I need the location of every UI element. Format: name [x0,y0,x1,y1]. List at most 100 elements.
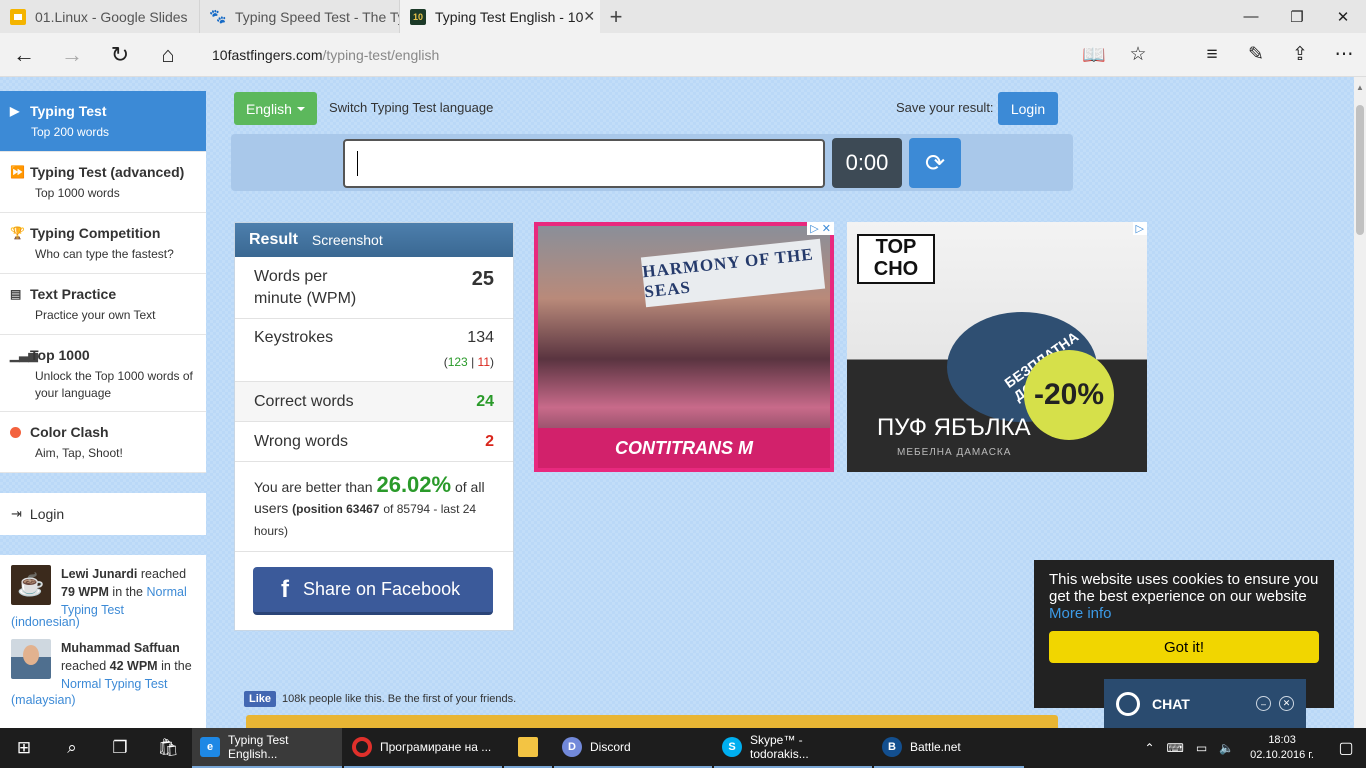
taskbar-app-edge[interactable]: e Typing Test English... [192,728,342,768]
folder-icon [518,737,538,757]
taskbar-app-discord[interactable]: D Discord [554,728,712,768]
tray-expand-icon[interactable]: ⌃ [1144,741,1154,755]
tab-typing-test-english[interactable]: 10 Typing Test English - 10 ✕ [400,0,600,33]
sidebar-item-top-1000[interactable]: ▁▃▅ Top 1000 Unlock the Top 1000 words of… [0,335,206,412]
facebook-like-bar: Like 108k people like this. Be the first… [244,691,516,707]
activity-lang[interactable]: (malaysian) [11,693,196,707]
facebook-like-button[interactable]: Like [244,691,277,707]
refresh-icon[interactable]: ↻ [96,33,144,77]
reading-view-icon[interactable]: 📖 [1072,43,1116,67]
sidebar-item-typing-competition[interactable]: 🏆 Typing Competition Who can type the fas… [0,213,206,274]
chat-minimize-icon[interactable]: – [1256,696,1271,711]
activity-user[interactable]: Muhammad Saffuan [61,641,180,655]
chat-label: CHAT [1152,695,1190,712]
ad-ship-name: HARMONY OF THE SEAS [640,238,826,308]
url-field[interactable]: 10fastfingers.com/typing-test/english [212,47,439,63]
clock[interactable]: 18:03 02.10.2016 г. [1250,733,1314,763]
taskbar-app-explorer[interactable] [504,728,552,768]
web-note-icon[interactable]: ✎ [1234,43,1278,67]
sidebar-item-text-practice[interactable]: ▤ Text Practice Practice your own Text [0,274,206,335]
sidebar-item-typing-test[interactable]: ▶ Typing Test Top 200 words [0,91,206,152]
scroll-up-icon[interactable]: ▲ [1356,83,1364,92]
tab-bar: 01.Linux - Google Slides 🐾 Typing Speed … [0,0,1366,33]
position-value: (position 63467 [292,502,380,516]
ad-image: HARMONY OF THE SEAS CONTITRANS M [538,226,830,468]
language-dropdown[interactable]: English [234,92,317,125]
taskbar-app-opera[interactable]: Програмиране на ... [344,728,502,768]
search-icon[interactable]: ⌕ [48,728,96,768]
activity-user[interactable]: Lewi Junardi [61,567,137,581]
share-facebook-button[interactable]: f Share on Facebook [253,567,493,615]
sidebar-item-label: Typing Test [30,103,107,119]
ad-banner-cruise[interactable]: HARMONY OF THE SEAS CONTITRANS M ▷ ✕ [534,222,834,472]
sidebar-login[interactable]: ⇥ Login [0,493,206,535]
close-tab-icon[interactable]: ✕ [583,8,595,25]
activity-wpm: 42 WPM [109,659,158,673]
sidebar-item-sub: Unlock the Top 1000 words of your langua… [35,369,193,400]
ad-banner-pouf[interactable]: TOP CHO БЕЗПЛАТНА ДОСТАВКА -20% ПУФ ЯБЪЛ… [847,222,1147,472]
language-icon[interactable]: ⌨ [1167,741,1184,755]
hub-icon[interactable]: ≡ [1190,43,1234,67]
cookie-more-info-link[interactable]: More info [1049,605,1112,622]
restart-button[interactable]: ⟳ [909,138,961,188]
tab-title: Typing Speed Test - The Typ [235,8,400,25]
wpm-label-2: minute (WPM) [254,290,357,307]
scroll-thumb[interactable] [1356,105,1364,235]
typing-row: 0:00 ⟳ [231,134,1073,191]
cookie-accept-button[interactable]: Got it! [1049,631,1319,663]
fast-forward-icon: ⏩ [10,165,25,179]
task-view-icon[interactable]: ❐ [96,728,144,768]
share-icon[interactable]: ⇪ [1278,43,1322,67]
percentile-value: 26.02% [376,472,452,497]
chat-widget[interactable]: CHAT – ✕ [1104,679,1306,728]
red-dot-icon [10,426,21,438]
url-host: 10fastfingers.com [212,46,323,63]
screenshot-link[interactable]: Screenshot [312,232,383,248]
favorite-star-icon[interactable]: ☆ [1116,43,1160,67]
page-scrollbar[interactable]: ▲ [1354,77,1366,728]
activity-link[interactable]: Normal Typing Test [61,677,168,691]
taskbar-app-battlenet[interactable]: B Battle.net [874,728,1024,768]
sidebar-item-label: Typing Competition [30,225,161,241]
ad-choices-icon[interactable]: ▷ [1132,222,1147,235]
sidebar-item-typing-test-advanced[interactable]: ⏩ Typing Test (advanced) Top 1000 words [0,152,206,213]
ad-discount-badge: -20% [1024,350,1114,440]
url-path: /typing-test/english [322,46,440,63]
more-icon[interactable]: ⋯ [1322,43,1366,67]
close-window-icon[interactable]: ✕ [1320,0,1366,33]
new-tab-button[interactable]: + [600,0,632,33]
correct-words-row: Correct words 24 [235,382,513,422]
wrong-words-row: Wrong words 2 [235,422,513,462]
volume-icon[interactable]: 🔈 [1219,741,1234,755]
trophy-icon: 🏆 [10,226,25,240]
battlenet-icon: B [882,737,902,757]
notification-center-icon[interactable]: ▢ [1326,738,1366,758]
tab-google-slides[interactable]: 01.Linux - Google Slides [0,0,200,33]
home-icon[interactable]: ⌂ [144,33,192,77]
result-panel: Result Screenshot Words per minute (WPM) … [234,222,514,631]
sidebar-item-color-clash[interactable]: Color Clash Aim, Tap, Shoot! [0,412,206,473]
typing-input[interactable] [343,139,825,188]
windows-start-icon[interactable]: ⊞ [0,728,48,768]
ad-choices-icon[interactable]: ▷ ✕ [807,222,834,235]
wrong-words-label: Wrong words [254,432,348,450]
tab-typing-speed-test[interactable]: 🐾 Typing Speed Test - The Typ [200,0,400,33]
tab-title: Typing Test English - 10 [435,8,584,25]
list-item: Muhammad Saffuan reached 42 WPM in the N… [11,639,196,693]
network-icon[interactable]: ▭ [1196,741,1207,755]
back-icon[interactable]: ← [0,33,48,77]
login-button[interactable]: Login [998,92,1058,125]
restore-icon[interactable]: ❐ [1274,0,1320,33]
percentile-label: You are better than [254,479,373,495]
keystrokes-correct: 123 [447,355,468,369]
sidebar-item-sub: Who can type the fastest? [35,247,174,261]
tab-title: 01.Linux - Google Slides [35,8,188,25]
minimize-icon[interactable]: — [1228,0,1274,33]
ad-title: ПУФ ЯБЪЛКА [877,414,1031,441]
store-icon[interactable]: 🛍 [144,728,192,768]
chat-close-icon[interactable]: ✕ [1279,696,1294,711]
play-icon: ▶ [10,104,20,118]
forward-icon[interactable]: → [48,33,96,77]
sidebar-item-label: Text Practice [30,286,117,302]
taskbar-app-skype[interactable]: S Skype™ - todorakis... [714,728,872,768]
